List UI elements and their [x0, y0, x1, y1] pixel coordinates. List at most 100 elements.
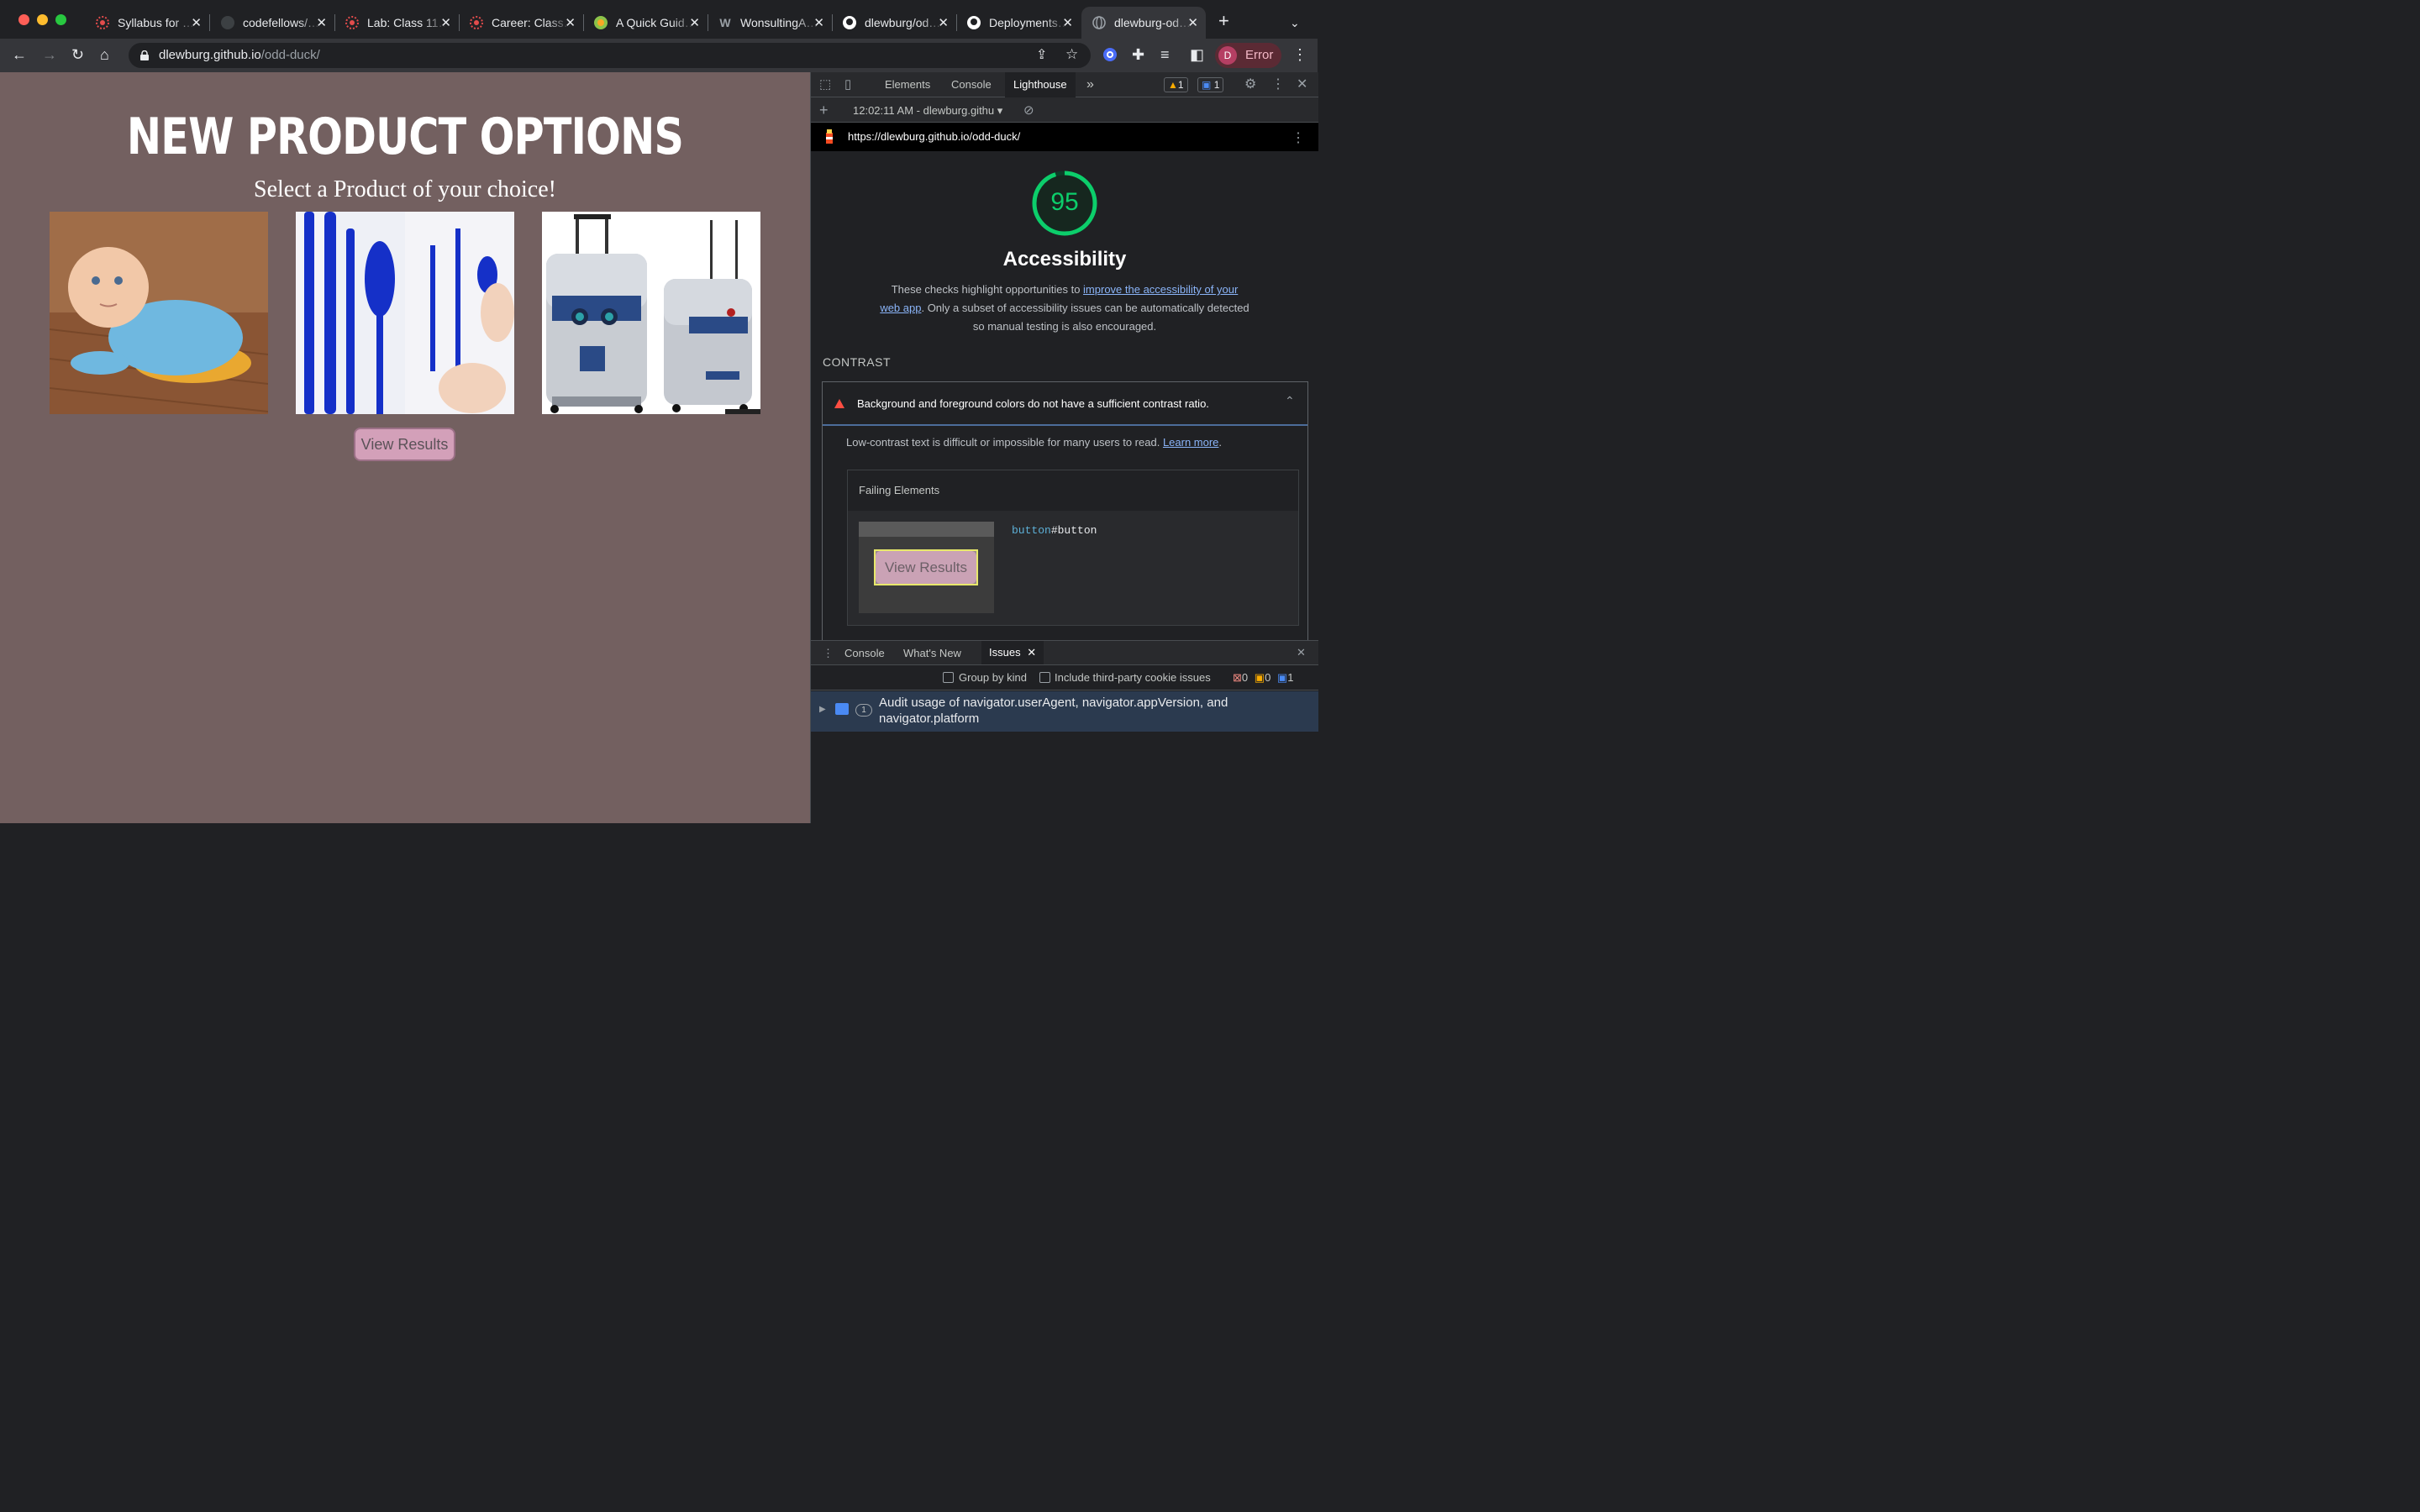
new-tab-icon[interactable]: + [1218, 12, 1229, 30]
issue-counts: ⊠0 ▣0 ▣1 [1233, 671, 1294, 684]
tab-console[interactable]: Console [951, 72, 992, 97]
bookmark-star-icon[interactable]: ☆ [1065, 47, 1078, 62]
avatar: D [1218, 46, 1237, 65]
audit-header[interactable]: Background and foreground colors do not … [823, 382, 1307, 426]
third-party-checkbox[interactable] [1039, 672, 1050, 683]
drawer-tabbar: ⋮ Console What's New Issues ✕ ✕ [811, 640, 1318, 665]
lighthouse-icon [826, 129, 833, 144]
minimize-window-button[interactable] [37, 14, 48, 25]
codefellows-icon [345, 15, 360, 30]
tab-search-icon[interactable]: ⌄ [1290, 15, 1300, 30]
message-badge[interactable]: ▣ 1 [1197, 77, 1224, 92]
issues-toolbar: Group by kind Include third-party cookie… [811, 665, 1318, 690]
product-image-suitcase[interactable] [542, 212, 760, 414]
drawer-tab-console[interactable]: Console [844, 647, 885, 659]
devtools-menu-icon[interactable]: ⋮ [1271, 77, 1285, 92]
close-tab-icon[interactable]: ✕ [1062, 15, 1073, 30]
element-screenshot[interactable]: View Results [859, 522, 994, 613]
page-subtitle: Select a Product of your choice! [254, 176, 556, 202]
tab-lighthouse[interactable]: Lighthouse [1005, 72, 1076, 97]
element-selector[interactable]: button#button [1012, 524, 1097, 537]
github-icon [220, 15, 235, 30]
lighthouse-report: 95 Accessibility These checks highlight … [811, 151, 1318, 640]
clear-reports-icon[interactable]: ⊘ [1023, 103, 1034, 118]
issue-row[interactable]: ▶ 1 Audit usage of navigator.userAgent, … [811, 691, 1318, 732]
message-icon: ▣ [1202, 79, 1212, 91]
close-tab-icon[interactable]: ✕ [813, 15, 824, 30]
score-gauge: 95 [1031, 170, 1098, 237]
guide-icon [593, 15, 608, 30]
browser-tab[interactable]: Deployments… ✕ [956, 7, 1081, 39]
browser-tab[interactable]: codefellows/… ✕ [210, 7, 334, 39]
browser-tab[interactable]: A Quick Guid… ✕ [583, 7, 708, 39]
product-image-pen[interactable] [296, 212, 514, 414]
close-window-button[interactable] [18, 14, 29, 25]
home-icon[interactable]: ⌂ [100, 47, 109, 62]
close-tab-icon[interactable]: ✕ [316, 15, 327, 30]
share-icon[interactable]: ⇪ [1036, 48, 1047, 63]
github-icon [842, 15, 857, 30]
chevron-up-icon[interactable]: ⌃ [1285, 394, 1295, 408]
reload-icon[interactable]: ↻ [71, 47, 84, 62]
close-tab-icon[interactable]: ✕ [938, 15, 949, 30]
close-drawer-icon[interactable]: ✕ [1297, 646, 1306, 659]
forward-icon[interactable]: → [42, 47, 57, 62]
expand-triangle-icon[interactable]: ▶ [819, 705, 826, 714]
device-toolbar-icon[interactable]: ▯ [844, 77, 851, 92]
category-description: These checks highlight opportunities to … [880, 283, 1249, 333]
close-tab-icon[interactable]: ✕ [191, 15, 202, 30]
media-icon[interactable]: ≡ [1160, 47, 1170, 62]
maximize-window-button[interactable] [55, 14, 66, 25]
address-bar[interactable]: dlewburg.github.io/odd-duck/ ⇪ ☆ [129, 43, 1091, 68]
learn-more-link[interactable]: Learn more [1163, 436, 1218, 449]
codefellows-icon [469, 15, 484, 30]
wonsulting-icon: W [719, 16, 731, 29]
group-by-kind-checkbox[interactable] [943, 672, 954, 683]
failing-elements-table: Failing Elements View Results button#but… [847, 470, 1299, 626]
close-tab-icon[interactable]: ✕ [1187, 15, 1198, 30]
close-tab-icon[interactable]: ✕ [565, 15, 576, 30]
extension-icon[interactable] [1102, 47, 1118, 65]
new-report-icon[interactable]: + [819, 102, 829, 118]
browser-tab-active[interactable]: dlewburg-od… ✕ [1081, 7, 1206, 39]
issue-title: Audit usage of navigator.userAgent, navi… [879, 696, 1228, 726]
close-tab-icon[interactable]: ✕ [689, 15, 700, 30]
web-page: NEW PRODUCT OPTIONS Select a Product of … [0, 72, 810, 823]
close-tab-icon[interactable]: ✕ [440, 15, 451, 30]
side-panel-icon[interactable]: ◧ [1190, 47, 1204, 62]
more-tabs-icon[interactable]: » [1086, 72, 1094, 97]
score-value: 95 [1050, 188, 1079, 216]
devtools-drawer: ⋮ Console What's New Issues ✕ ✕ Group by… [811, 640, 1318, 823]
puzzle-icon[interactable]: ✚ [1132, 47, 1144, 62]
tab-strip: Syllabus for … ✕ codefellows/… ✕ Lab: Cl… [0, 0, 1318, 39]
lighthouse-toolbar: + 12:02:11 AM - dlewburg.githu ▾ ⊘ [811, 97, 1318, 123]
report-menu-icon[interactable]: ⋮ [1292, 129, 1305, 146]
warning-icon: ▲ [1168, 79, 1178, 91]
warning-badge[interactable]: ▲1 [1164, 77, 1188, 92]
settings-gear-icon[interactable]: ⚙ [1244, 77, 1256, 92]
profile-button[interactable]: D Error [1215, 43, 1281, 68]
report-selector[interactable]: 12:02:11 AM - dlewburg.githu ▾ [853, 104, 1002, 118]
drawer-tab-issues[interactable]: Issues ✕ [981, 641, 1044, 664]
close-devtools-icon[interactable]: ✕ [1297, 77, 1307, 92]
close-tab-icon[interactable]: ✕ [1027, 646, 1036, 659]
browser-tab[interactable]: Lab: Class 11… ✕ [334, 7, 459, 39]
failing-elements-header: Failing Elements [848, 470, 1298, 511]
url-text: dlewburg.github.io/odd-duck/ [159, 48, 320, 62]
kebab-menu-icon[interactable]: ⋮ [1292, 47, 1307, 62]
view-results-button[interactable]: View Results [354, 428, 455, 461]
browser-tab[interactable]: Syllabus for … ✕ [85, 7, 209, 39]
globe-icon [1092, 15, 1107, 30]
inspect-element-icon[interactable]: ⬚ [819, 77, 831, 92]
browser-tab[interactable]: W WonsultingA… ✕ [708, 7, 832, 39]
product-image-baby[interactable] [50, 212, 268, 414]
fail-triangle-icon [834, 399, 844, 408]
error-icon: ⊠ [1233, 671, 1242, 684]
warning-icon: ▣ [1254, 671, 1265, 684]
drawer-menu-icon[interactable]: ⋮ [823, 647, 834, 660]
drawer-tab-whats-new[interactable]: What's New [903, 647, 961, 659]
back-icon[interactable]: ← [12, 47, 27, 62]
browser-tab[interactable]: dlewburg/od… ✕ [832, 7, 956, 39]
browser-tab[interactable]: Career: Class… ✕ [459, 7, 583, 39]
tab-elements[interactable]: Elements [885, 72, 930, 97]
